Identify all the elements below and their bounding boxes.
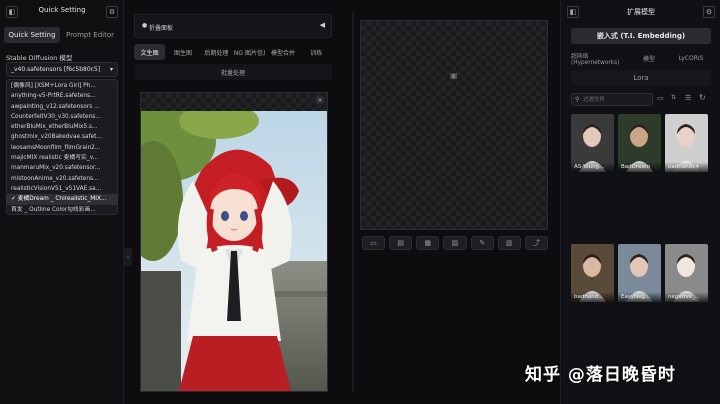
watermark: 知乎 @落日晚昏时 <box>525 365 676 385</box>
model-card[interactable]: AS-Young... <box>571 114 614 172</box>
generated-girl-image <box>141 111 327 391</box>
sort-icon[interactable]: ⇅ <box>671 94 676 101</box>
output-gallery[interactable]: ▣ <box>360 20 548 230</box>
model-option[interactable]: CounterfeitV30_v30.safetens... <box>7 112 117 122</box>
search-input[interactable] <box>583 95 651 105</box>
tab-hypernetworks[interactable]: 超网络 (Hypernetworks) <box>571 50 627 66</box>
card-label: badhand... <box>571 292 614 302</box>
dot-icon: ● <box>142 22 148 29</box>
model-option[interactable]: leosamsMoonfilm_filmGrain2... <box>7 143 117 153</box>
search-icon: ⚲ <box>575 96 580 103</box>
card-label: BadDream <box>618 162 661 172</box>
send-extras-icon[interactable]: ▥ <box>497 236 521 250</box>
model-card[interactable]: badhandv4 <box>665 114 708 172</box>
model-dropdown-list: [偶像风] [XSM+Lora Girl] Ph... anything-v5-P… <box>6 79 118 215</box>
save-icon[interactable]: ▤ <box>389 236 413 250</box>
collapse-panel-bar[interactable]: ● 折叠面板 ◀ <box>134 14 332 38</box>
card-label: EasyNeg... <box>618 292 661 302</box>
collapse-handle[interactable]: ‹ <box>124 248 132 266</box>
card-label: negative_... <box>665 292 708 302</box>
search-field[interactable]: ⚲ <box>571 93 653 106</box>
card-label: AS-Young... <box>571 162 614 172</box>
card-label: badhandv4 <box>665 162 708 172</box>
model-card[interactable]: badhand... <box>571 244 614 302</box>
folder-icon[interactable]: ▭ <box>362 236 386 250</box>
model-option[interactable]: etherBluMix_etherBluMix5.s... <box>7 122 117 132</box>
model-label: Stable Diffusion 模型 <box>6 54 73 62</box>
collapse-label: 折叠面板 <box>149 25 174 32</box>
model-option[interactable]: mistoonAnime_v20.safetens... <box>7 174 117 184</box>
settings-icon[interactable]: ⚙ <box>703 6 715 18</box>
tab-2[interactable]: 后期处理 <box>201 44 232 60</box>
model-option[interactable]: majicMIX realistic 麦橘写实_v... <box>7 153 117 163</box>
image-placeholder-icon: ▣ <box>450 71 458 80</box>
tab-quick-setting[interactable]: Quick Setting <box>4 27 60 43</box>
model-card[interactable]: BadDream <box>618 114 661 172</box>
model-option[interactable]: ✓ 麦橘Dream _ Chirealistic_MIX... <box>7 194 117 205</box>
settings-icon[interactable]: ⚙ <box>106 6 118 18</box>
input-image-canvas[interactable]: × <box>140 92 328 392</box>
model-option[interactable]: anything-v5-PrtRE.safetens... <box>7 91 117 101</box>
tab-embedding[interactable]: 嵌入式 (T.I. Embedding) <box>571 28 711 44</box>
model-option[interactable]: 首发 _ Outline Color勾线彩画... <box>7 205 117 215</box>
tab-1[interactable]: 图生图 <box>167 44 198 60</box>
chevron-down-icon: ▾ <box>109 66 113 73</box>
tab-lora[interactable]: Lora <box>571 70 711 86</box>
divider <box>352 12 354 392</box>
model-option[interactable]: manmaruMix_v20.safetensor... <box>7 163 117 173</box>
model-option[interactable]: realisticVisionV51_v51VAE.sa... <box>7 184 117 194</box>
send-img2img-icon[interactable]: ▨ <box>443 236 467 250</box>
batch-process-tab[interactable]: 批量处理 <box>134 64 332 80</box>
quick-setting-panel: ◧ Quick Setting ⚙ Quick Setting Prompt E… <box>0 0 124 404</box>
model-option[interactable]: awpainting_v12.safetensors ... <box>7 102 117 112</box>
tab-4[interactable]: 模型合并 <box>267 44 298 60</box>
folder-icon[interactable]: ▭ <box>657 94 664 102</box>
share-icon[interactable]: ⤴ <box>524 236 548 250</box>
model-card[interactable]: EasyNeg... <box>618 244 661 302</box>
tab-5[interactable]: 训练 <box>301 44 332 60</box>
tab-3[interactable]: PNG 图片信息 <box>234 44 265 60</box>
tab-checkpoints[interactable]: 模型 <box>629 50 669 66</box>
panel-title: 扩展模型 <box>627 8 655 16</box>
model-card[interactable]: negative_... <box>665 244 708 302</box>
model-option[interactable]: ghostmix_v20Bakedvae.safet... <box>7 132 117 142</box>
model-select[interactable]: _v40.safetensors [f6c5b80c5] ▾ <box>6 62 118 77</box>
triangle-left-icon: ◀ <box>319 21 325 29</box>
close-icon[interactable]: × <box>316 96 324 104</box>
model-option[interactable]: [偶像风] [XSM+Lora Girl] Ph... <box>7 81 117 91</box>
refresh-icon[interactable]: ↻ <box>699 93 706 102</box>
tab-lycoris[interactable]: LyCORIS <box>671 50 711 66</box>
main-tabs: 文生图图生图后期处理PNG 图片信息模型合并训练 <box>134 44 332 60</box>
model-selected-value: _v40.safetensors [f6c5b80c5] <box>11 66 101 73</box>
tab-0[interactable]: 文生图 <box>134 44 166 60</box>
output-toolbar: ▭ ▤ ▦ ▨ ✎ ▥ ⤴ <box>362 236 548 250</box>
zip-icon[interactable]: ▦ <box>416 236 440 250</box>
extra-networks-panel: ◧ 扩展模型 ⚙ 嵌入式 (T.I. Embedding) 超网络 (Hyper… <box>560 0 720 404</box>
tab-prompt-editor[interactable]: Prompt Editor <box>62 27 118 43</box>
send-inpaint-icon[interactable]: ✎ <box>470 236 494 250</box>
list-view-icon[interactable]: ☰ <box>685 94 691 102</box>
